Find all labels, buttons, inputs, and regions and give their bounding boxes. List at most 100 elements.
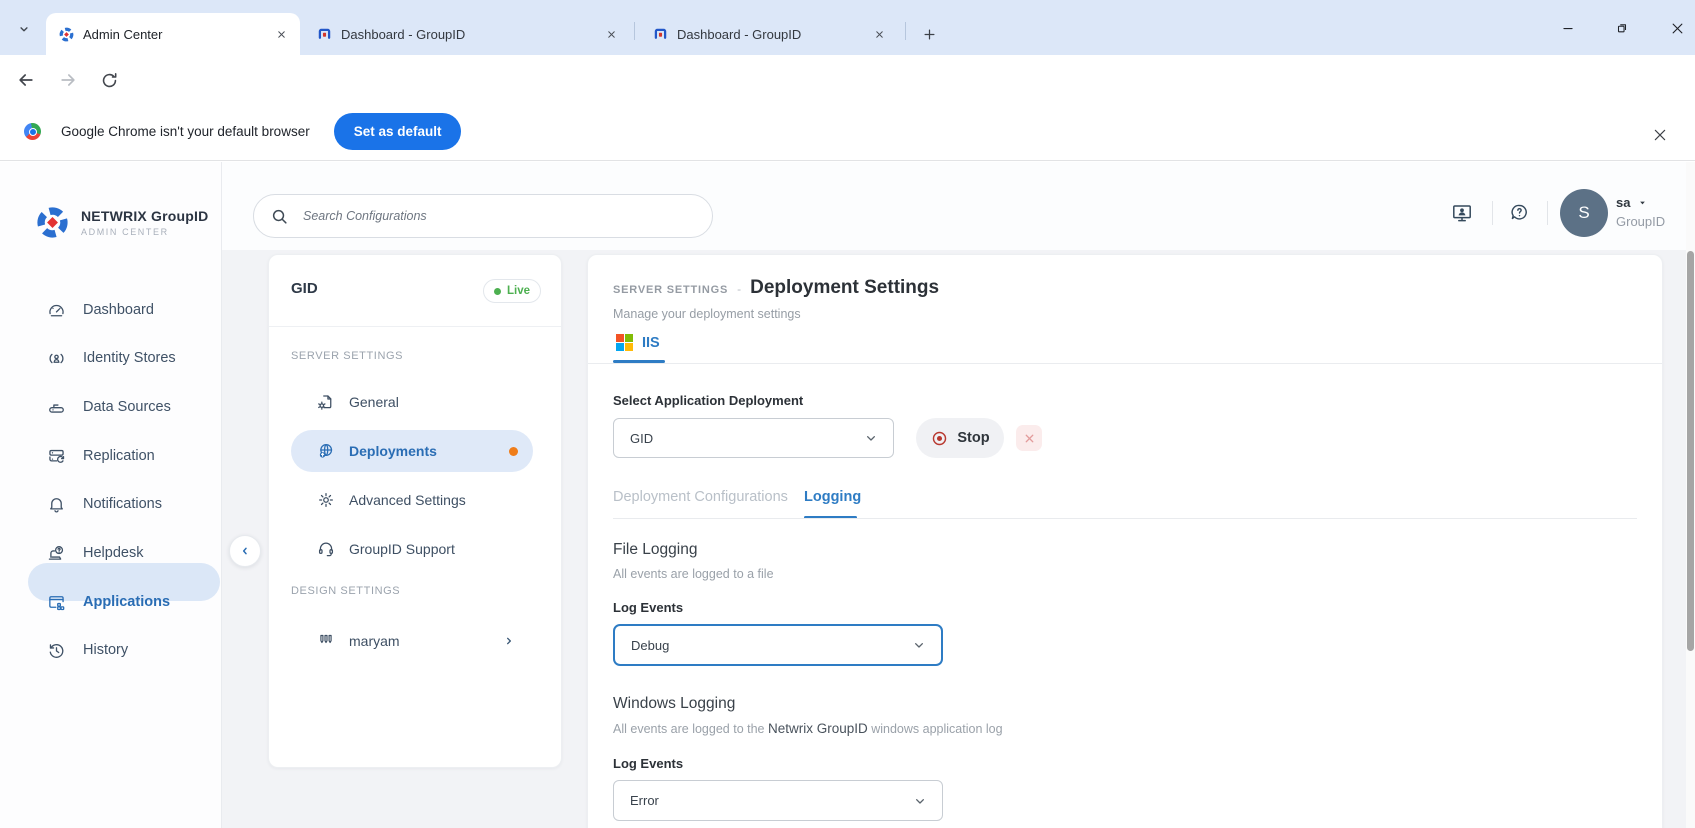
config-panel: GID Live SERVER SETTINGS General Deploym… [268,254,562,768]
applications-icon [46,592,67,613]
divider [269,326,561,327]
page-scrollbar[interactable] [1686,162,1695,828]
forward-icon [61,74,75,86]
history-clock-icon [46,640,67,661]
sidebar-item-identity-stores[interactable]: Identity Stores [0,338,222,378]
sidebar-item-data-sources[interactable]: Data Sources [0,387,222,427]
windows-log-events-select[interactable]: Error [613,780,943,821]
stop-icon [933,431,947,445]
user-menu[interactable]: sa [1616,195,1647,210]
config-item-advanced-settings[interactable]: Advanced Settings [269,479,563,521]
close-icon [607,30,615,38]
browser-tab-admin-center[interactable]: Admin Center [46,13,300,55]
browser-tab-dashboard-1[interactable]: Dashboard - GroupID [304,13,630,55]
tab-logging[interactable]: Logging [804,489,861,505]
help-button[interactable] [1508,201,1531,224]
file-log-events-select[interactable]: Debug [613,624,943,666]
deployment-settings-panel: SERVER SETTINGS - Deployment Settings Ma… [587,254,1663,828]
infobar-close-button[interactable] [1648,123,1672,147]
chevron-down-icon [20,27,28,32]
restore-icon [1617,24,1627,33]
divider [588,363,1662,364]
sidebar-item-applications[interactable]: Applications [0,582,222,622]
sidebar-item-notifications[interactable]: Notifications [0,484,222,524]
back-button[interactable] [13,67,39,93]
deployment-select-label: Select Application Deployment [613,393,804,408]
sidebar-item-dashboard[interactable]: Dashboard [0,290,222,330]
plus-icon [924,29,934,39]
topbar-divider [1547,201,1548,225]
primary-sidebar: NETWRIX GroupID ADMIN CENTER Dashboard I… [0,162,222,828]
tab-iis[interactable]: IIS [616,334,660,351]
caret-down-icon [1640,201,1646,204]
user-avatar[interactable]: S [1560,189,1608,237]
breadcrumb-section: SERVER SETTINGS [613,284,729,296]
windows-logging-description: All events are logged to the Netwrix Gro… [613,721,1003,736]
help-bubble-icon [1511,204,1527,220]
search-input[interactable] [301,208,696,224]
browser-tab-dashboard-2[interactable]: Dashboard - GroupID [640,13,898,55]
netwrix-brand-text: Netwrix GroupID [767,721,868,736]
back-icon [19,74,33,86]
search-icon [272,209,287,224]
page-subtitle: Manage your deployment settings [613,307,801,321]
browser-toolbar: Not secure https://localhost:4443/AdminC… [0,55,1695,152]
config-item-general[interactable]: General [269,381,563,423]
reload-icon [102,72,116,87]
tab-search-button[interactable] [10,16,38,42]
tab-deployment-configurations[interactable]: Deployment Configurations [613,489,788,505]
tab-close-button[interactable] [602,25,620,43]
brand-tagline: ADMIN CENTER [81,227,169,237]
deployment-select[interactable]: GID [613,418,894,458]
scrollbar-thumb[interactable] [1687,251,1694,651]
sidebar-item-history[interactable]: History [0,630,222,670]
new-tab-button[interactable] [916,21,942,47]
tab-close-button[interactable] [272,25,290,43]
stop-button[interactable]: Stop [916,418,1004,458]
window-minimize-button[interactable] [1547,14,1589,42]
design-pens-icon [316,631,336,651]
screen: Admin Center Dashboard - GroupID Dashboa… [0,0,1695,828]
pending-change-dot [509,446,518,456]
close-icon [277,30,285,38]
minimize-icon [1563,28,1573,30]
browser-tab-strip: Admin Center Dashboard - GroupID Dashboa… [0,0,1695,55]
file-logging-heading: File Logging [613,541,698,558]
microsoft-logo-icon [616,334,633,351]
groupid-favicon [59,27,74,41]
monitor-user-icon [1453,205,1471,222]
breadcrumb: SERVER SETTINGS - Deployment Settings [613,277,939,299]
username: sa [1616,195,1631,210]
dismiss-deployment-button[interactable] [1016,425,1042,451]
file-logging-description: All events are logged to a file [613,567,774,581]
forward-button[interactable] [55,67,81,93]
groupid-logo-icon [37,207,68,238]
divider [613,518,1637,519]
windows-logging-heading: Windows Logging [613,695,736,712]
globe-deploy-icon [316,441,336,461]
tab-title: Admin Center [83,26,163,42]
chevron-right-icon[interactable] [501,633,517,649]
server-settings-header: SERVER SETTINGS [291,350,404,362]
session-monitor-button[interactable] [1450,201,1474,225]
set-as-default-button[interactable]: Set as default [333,113,462,150]
brand: NETWRIX GroupID ADMIN CENTER [34,204,208,241]
config-title: GID [291,280,318,297]
sidebar-collapse-button[interactable] [229,535,261,567]
config-item-groupid-support[interactable]: GroupID Support [269,528,563,570]
reload-button[interactable] [96,67,122,93]
chevron-down-icon [867,436,875,441]
close-icon [1672,23,1682,33]
window-close-button[interactable] [1656,14,1695,42]
tab-close-button[interactable] [870,25,888,43]
sidebar-item-replication[interactable]: Replication [0,436,222,476]
config-item-deployments[interactable]: Deployments [269,430,563,472]
tab-title: Dashboard - GroupID [677,26,802,42]
config-item-maryam[interactable]: maryam [269,620,563,662]
window-restore-button[interactable] [1601,14,1643,42]
headset-icon [316,539,336,559]
topbar-divider [1492,201,1493,225]
tab-separator [905,22,906,40]
search-bar[interactable] [253,194,713,238]
chevron-left-icon [242,547,247,555]
